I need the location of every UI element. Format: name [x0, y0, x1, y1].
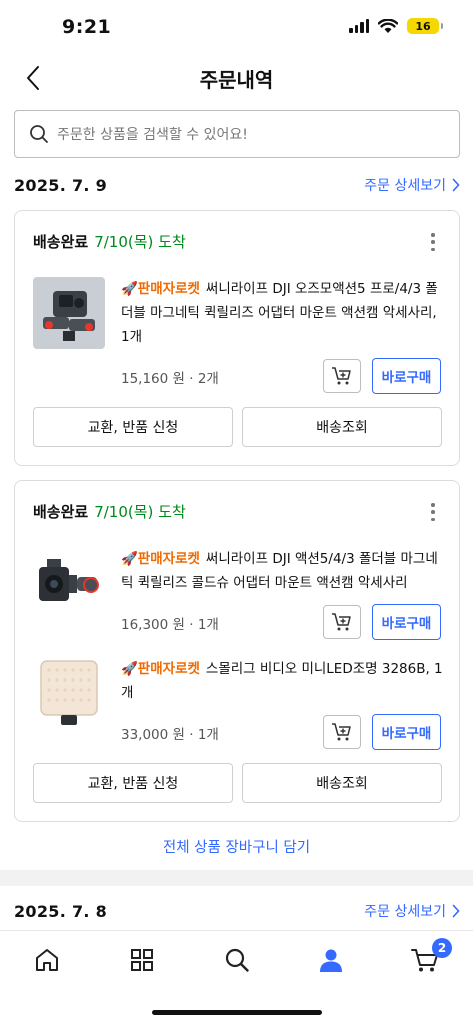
action-cam-mount-image [33, 277, 105, 349]
track-delivery-button[interactable]: 배송조회 [242, 763, 442, 803]
cart-plus-icon [332, 723, 351, 741]
delivery-status: 배송완료 [33, 233, 89, 251]
order-detail-link[interactable]: 주문 상세보기 [364, 901, 460, 921]
product-name[interactable]: 🚀판매자로켓 써니라이프 DJI 액션5/4/3 폴더블 마그네틱 퀵릴리즈 콜드… [121, 547, 445, 595]
category-icon [131, 949, 153, 971]
home-icon [36, 949, 58, 971]
product-name[interactable]: 🚀판매자로켓 스몰리그 비디오 미니LED조명 3286B, 1개 [121, 657, 445, 705]
status-icons: 16 [349, 18, 443, 34]
product-price: 16,300 원 · 1개 [121, 617, 219, 633]
section-divider [0, 870, 473, 886]
product-item[interactable]: 🚀판매자로켓 써니라이프 DJI 액션5/4/3 폴더블 마그네틱 퀵릴리즈 콜드… [33, 547, 445, 640]
product-thumbnail[interactable] [33, 547, 105, 619]
user-icon [320, 949, 342, 972]
order-date-row: 2025. 7. 9 주문 상세보기 [14, 170, 460, 200]
product-name[interactable]: 🚀판매자로켓 써니라이프 DJI 오즈모액션5 프로/4/3 폴더블 마그네틱 퀵… [121, 277, 445, 349]
order-date-row: 2025. 7. 8 주문 상세보기 [14, 896, 460, 926]
exchange-return-button[interactable]: 교환, 반품 신청 [33, 407, 233, 447]
more-options-button[interactable] [425, 501, 441, 523]
order-date: 2025. 7. 9 [14, 175, 108, 195]
buy-now-button[interactable]: 바로구매 [372, 358, 441, 394]
status-bar: 9:21 16 [0, 0, 473, 56]
shipment-card: 배송완료 7/10(목) 도착 🚀판매자로켓 써니라이프 DJI 액션5/4/3 폴… [14, 480, 460, 822]
track-delivery-button[interactable]: 배송조회 [242, 407, 442, 447]
order-detail-label: 주문 상세보기 [364, 178, 446, 194]
arrival-date: 7/10(목) 도착 [94, 503, 186, 521]
cart-count-badge: 2 [432, 938, 452, 958]
shipment-card: 배송완료 7/10(목) 도착 🚀판매자로켓 써니라이프 DJI 오즈모액션5 프로… [14, 210, 460, 466]
shipment-status: 배송완료 7/10(목) 도착 [33, 501, 186, 522]
search-input[interactable]: 주문한 상품을 검색할 수 있어요! [14, 110, 460, 158]
nav-header: 주문내역 [0, 56, 473, 100]
product-thumbnail[interactable] [33, 277, 105, 349]
cart-plus-icon [332, 613, 351, 631]
home-tab[interactable] [32, 945, 62, 975]
exchange-return-button[interactable]: 교환, 반품 신청 [33, 763, 233, 803]
seller-rocket-badge: 🚀판매자로켓 [121, 281, 200, 297]
seller-rocket-badge: 🚀판매자로켓 [121, 551, 200, 567]
seller-rocket-badge: 🚀판매자로켓 [121, 661, 200, 677]
add-to-cart-button[interactable] [323, 715, 361, 749]
page-title: 주문내역 [199, 68, 274, 92]
shipment-status: 배송완료 7/10(목) 도착 [33, 231, 186, 252]
search-placeholder: 주문한 상품을 검색할 수 있어요! [57, 127, 248, 143]
more-options-button[interactable] [425, 231, 441, 253]
arrival-date: 7/10(목) 도착 [94, 233, 186, 251]
product-thumbnail[interactable] [33, 657, 105, 729]
order-detail-label: 주문 상세보기 [364, 904, 446, 920]
buy-now-button[interactable]: 바로구매 [372, 714, 441, 750]
battery-level: 16 [415, 19, 431, 33]
home-indicator [152, 1010, 322, 1015]
chevron-right-icon [452, 178, 460, 192]
product-item[interactable]: 🚀판매자로켓 스몰리그 비디오 미니LED조명 3286B, 1개 33,000 … [33, 657, 445, 750]
battery-icon: 16 [407, 18, 443, 34]
add-all-to-cart-link[interactable]: 전체 상품 장바구니 담기 [0, 836, 473, 857]
my-page-tab[interactable] [316, 945, 346, 975]
search-tab[interactable] [222, 945, 252, 975]
search-icon [30, 125, 48, 143]
add-to-cart-button[interactable] [323, 359, 361, 393]
search-icon [225, 948, 249, 972]
product-price: 15,160 원 · 2개 [121, 371, 219, 387]
order-detail-link[interactable]: 주문 상세보기 [364, 175, 460, 195]
buy-now-button[interactable]: 바로구매 [372, 604, 441, 640]
product-item[interactable]: 🚀판매자로켓 써니라이프 DJI 오즈모액션5 프로/4/3 폴더블 마그네틱 퀵… [33, 277, 445, 394]
category-tab[interactable] [127, 945, 157, 975]
add-to-cart-button[interactable] [323, 605, 361, 639]
cold-shoe-mount-image [33, 547, 105, 619]
cart-plus-icon [332, 367, 351, 385]
wifi-icon [378, 18, 398, 33]
cellular-signal-icon [349, 19, 369, 33]
delivery-status: 배송완료 [33, 503, 89, 521]
status-time: 9:21 [62, 16, 112, 38]
product-price: 33,000 원 · 1개 [121, 727, 219, 743]
mini-led-light-image [33, 657, 105, 729]
order-date: 2025. 7. 8 [14, 901, 108, 921]
chevron-right-icon [452, 904, 460, 918]
